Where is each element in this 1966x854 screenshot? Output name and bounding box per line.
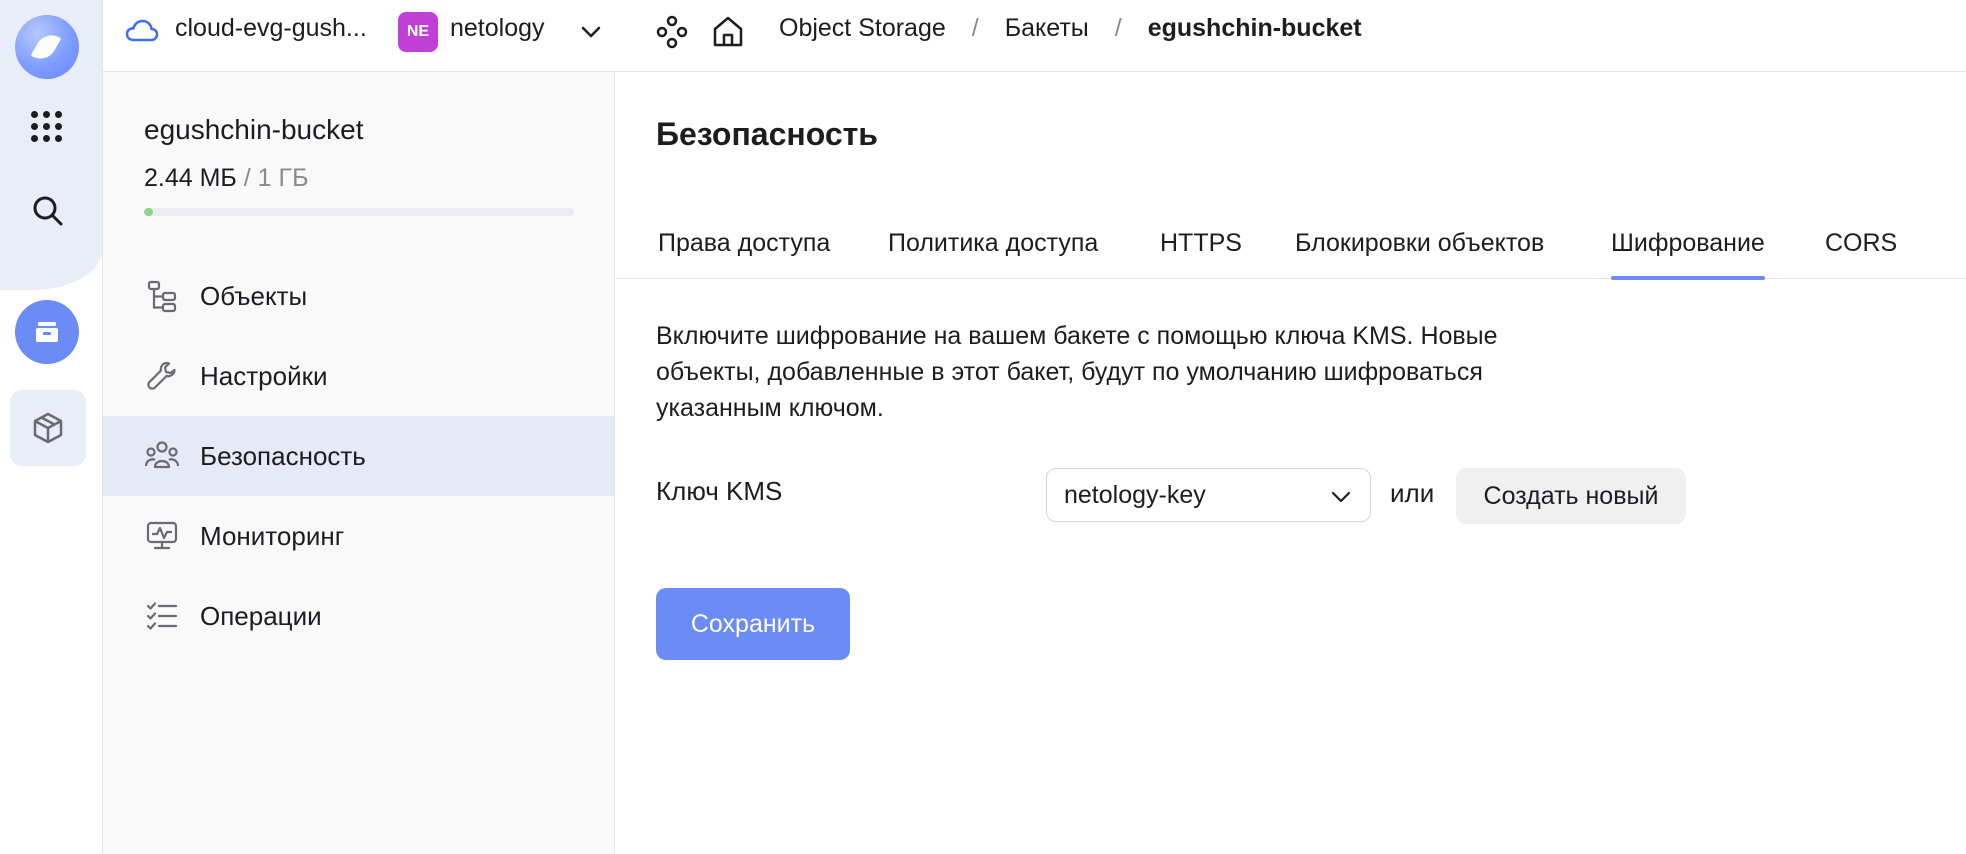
chevron-down-icon[interactable] [579, 20, 603, 51]
breadcrumb-separator: / [1114, 14, 1122, 42]
bucket-sidebar: egushchin-bucket 2.44 МБ / 1 ГБ Объекты [103, 72, 615, 854]
breadcrumb: Object Storage / Бакеты / egushchin-buck… [779, 14, 1362, 43]
objects-tree-icon [144, 278, 180, 314]
sidebar-item-label: Мониторинг [200, 520, 345, 551]
services-icon[interactable] [655, 14, 689, 57]
home-icon[interactable] [711, 14, 745, 57]
create-new-key-button[interactable]: Создать новый [1456, 468, 1686, 524]
tab-object-lock[interactable]: Блокировки объектов [1295, 229, 1544, 286]
breadcrumb-current-bucket: egushchin-bucket [1147, 14, 1362, 42]
checklist-icon [144, 598, 180, 634]
cloud-icon[interactable] [125, 16, 159, 53]
org-name[interactable]: netology [450, 14, 545, 43]
cloud-logo-icon[interactable] [15, 15, 79, 79]
top-bar: cloud-evg-gush... NE netology Object Sto… [103, 0, 1966, 72]
sidebar-item-objects[interactable]: Объекты [103, 256, 614, 336]
chevron-down-icon [1330, 486, 1352, 515]
usage-progress-fill [144, 208, 153, 216]
breadcrumb-buckets[interactable]: Бакеты [1005, 14, 1089, 43]
tab-access-policy[interactable]: Политика доступа [888, 229, 1098, 286]
org-badge[interactable]: NE [398, 12, 438, 52]
sidebar-item-settings[interactable]: Настройки [103, 336, 614, 416]
tab-encryption[interactable]: Шифрование [1611, 229, 1765, 280]
wrench-icon [144, 358, 180, 394]
bucket-name: egushchin-bucket [144, 114, 364, 145]
tab-access-rights[interactable]: Права доступа [658, 229, 830, 286]
cube-icon[interactable] [10, 390, 86, 466]
encryption-description: Включите шифрование на вашем бакете с по… [656, 322, 1498, 422]
cloud-selector[interactable]: cloud-evg-gush... [175, 14, 367, 43]
or-text: или [1390, 478, 1435, 508]
usage-progress-bar [144, 208, 574, 216]
apps-grid-icon[interactable] [31, 111, 63, 143]
sidebar-menu: Объекты Настройки Безопасность Мониторин… [103, 256, 614, 656]
sidebar-item-label: Настройки [200, 360, 328, 391]
object-storage-icon[interactable] [15, 300, 79, 364]
users-icon [144, 438, 180, 474]
main-content: Безопасность Права доступа Политика дост… [616, 72, 1966, 854]
sidebar-item-label: Объекты [200, 280, 308, 311]
search-icon[interactable] [28, 191, 68, 231]
monitor-icon [144, 518, 180, 554]
kms-key-select[interactable]: netology-key [1046, 468, 1371, 522]
security-tabs: Права доступа Политика доступа HTTPS Бло… [616, 222, 1966, 280]
sidebar-item-label: Безопасность [200, 440, 366, 471]
kms-key-value: netology-key [1064, 480, 1206, 509]
storage-usage: 2.44 МБ / 1 ГБ [144, 164, 308, 193]
tab-cors[interactable]: CORS [1825, 229, 1897, 286]
usage-total: / 1 ГБ [236, 164, 309, 192]
usage-used: 2.44 МБ [144, 164, 237, 192]
page-title: Безопасность [656, 116, 878, 152]
breadcrumb-separator: / [971, 14, 979, 42]
tab-https[interactable]: HTTPS [1160, 229, 1242, 286]
save-button[interactable]: Сохранить [656, 588, 850, 660]
breadcrumb-object-storage[interactable]: Object Storage [779, 14, 946, 43]
sidebar-item-security[interactable]: Безопасность [103, 416, 614, 496]
sidebar-item-label: Операции [200, 600, 322, 631]
left-rail [0, 0, 103, 854]
sidebar-item-monitoring[interactable]: Мониторинг [103, 496, 614, 576]
kms-key-label: Ключ KMS [656, 476, 783, 506]
sidebar-item-operations[interactable]: Операции [103, 576, 614, 656]
